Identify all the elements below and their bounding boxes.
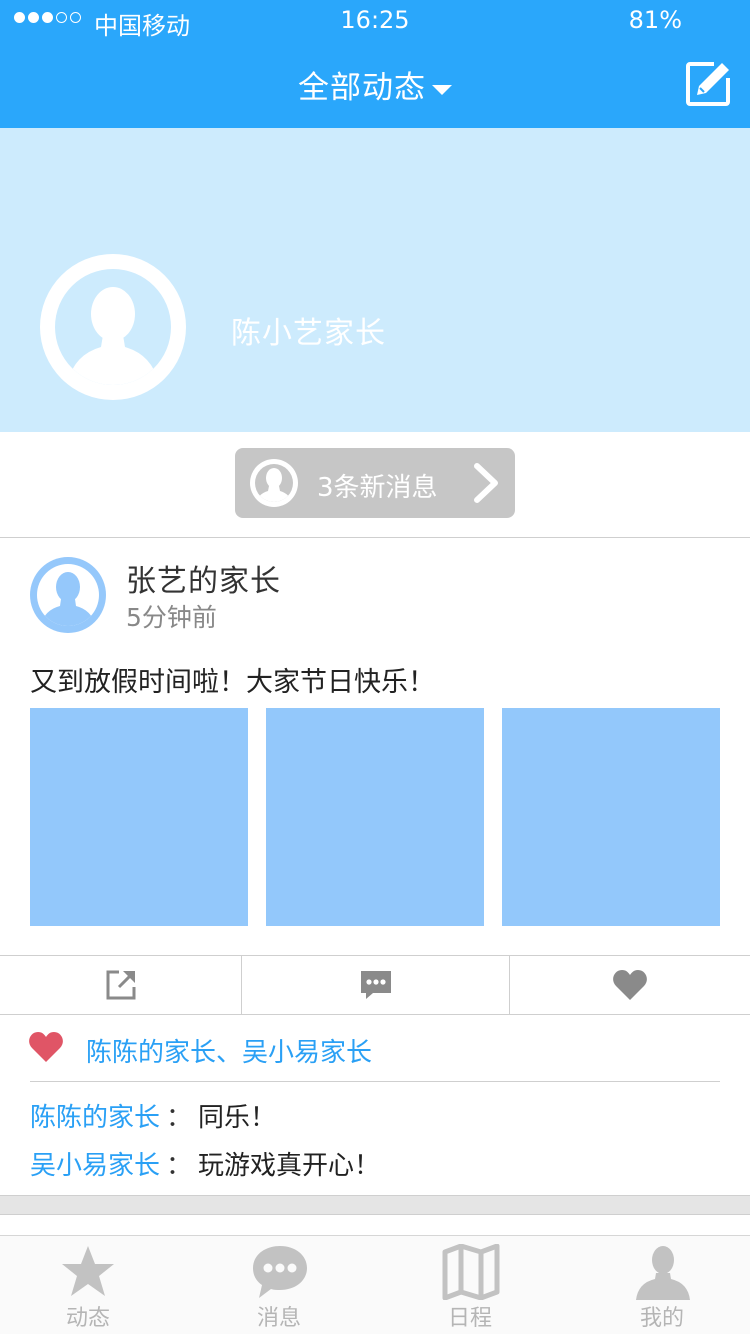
tab-schedule[interactable]: 日程 [410, 1236, 530, 1334]
post-photo[interactable] [502, 708, 720, 926]
app-screen: 中国移动 16:25 81% 全部动态 陈小艺家长 3条新消息 张艺的家长 5分… [0, 0, 750, 1334]
caret-down-icon [432, 84, 452, 95]
comment-icon [360, 971, 391, 999]
compose-icon [686, 62, 730, 106]
comment-button[interactable] [242, 956, 509, 1014]
tab-label: 消息 [256, 1306, 301, 1331]
new-messages-label: 3条新消息 [317, 473, 438, 503]
comment-separator: ： [166, 1103, 193, 1133]
post-author-name[interactable]: 张艺的家长 [126, 556, 281, 600]
tab-messages[interactable]: 消息 [219, 1236, 339, 1334]
page-title: 全部动态 [298, 70, 426, 106]
profile-avatar[interactable] [40, 254, 186, 400]
profile-banner: 陈小艺家长 [0, 128, 750, 432]
tab-label: 我的 [639, 1306, 684, 1331]
person-icon [636, 1246, 690, 1300]
chevron-right-icon [474, 463, 498, 503]
heart-icon [29, 1032, 63, 1062]
tab-label: 日程 [447, 1306, 492, 1331]
profile-name: 陈小艺家长 [231, 316, 386, 351]
post-action-bar [0, 955, 750, 1015]
divider [30, 1081, 720, 1082]
tab-label: 动态 [65, 1306, 110, 1331]
section-gap [0, 1195, 750, 1215]
post-photo[interactable] [30, 708, 248, 926]
compose-button[interactable] [684, 60, 732, 108]
comment-text: 同乐！ [198, 1103, 277, 1133]
person-icon [250, 459, 298, 507]
feed-filter-dropdown[interactable]: 全部动态 [0, 62, 750, 107]
comment-item: 陈陈的家长：同乐！ [30, 1097, 276, 1134]
share-button[interactable] [0, 956, 241, 1014]
post-photo[interactable] [266, 708, 484, 926]
tab-feed[interactable]: 动态 [28, 1236, 148, 1334]
battery-level: 81% [628, 6, 682, 34]
person-icon [32, 559, 104, 631]
divider [0, 537, 750, 538]
new-messages-button[interactable]: 3条新消息 [235, 448, 515, 518]
comment-separator: ： [166, 1151, 193, 1181]
comment-item: 吴小易家长：玩游戏真开心！ [30, 1145, 380, 1182]
comment-author[interactable]: 吴小易家长 [30, 1151, 160, 1181]
map-icon [442, 1244, 500, 1300]
like-button[interactable] [510, 956, 750, 1014]
post-text: 又到放假时间啦！大家节日快乐！ [30, 667, 435, 698]
post-timestamp: 5分钟前 [126, 603, 217, 632]
tab-bar: 动态 消息 日程 我的 [0, 1235, 750, 1334]
likes-list[interactable]: 陈陈的家长、吴小易家长 [86, 1032, 372, 1069]
person-icon [55, 269, 171, 385]
comment-text: 玩游戏真开心！ [198, 1151, 381, 1181]
header-bar: 中国移动 16:25 81% 全部动态 [0, 0, 750, 128]
share-icon [106, 970, 135, 1000]
heart-icon [613, 970, 647, 1000]
star-icon [62, 1246, 114, 1296]
comment-author[interactable]: 陈陈的家长 [30, 1103, 160, 1133]
status-bar: 中国移动 16:25 81% [0, 0, 750, 40]
tab-me[interactable]: 我的 [602, 1236, 722, 1334]
chat-bubble-icon [253, 1246, 307, 1298]
